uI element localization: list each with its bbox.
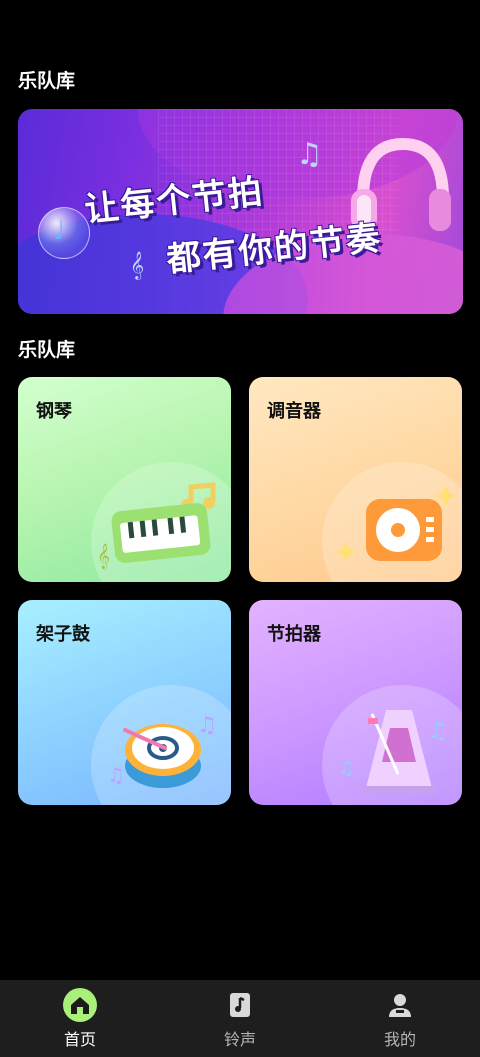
music-note-icon <box>223 988 257 1022</box>
tab-profile-label: 我的 <box>383 1030 416 1049</box>
bottom-tab-bar: 首页 铃声 我的 <box>0 980 480 1057</box>
card-label: 调音器 <box>267 401 321 422</box>
treble-clef-icon: 𝄞 <box>130 251 145 279</box>
svg-text:♫: ♫ <box>338 758 354 779</box>
music-note-icon: ♫ <box>296 137 323 172</box>
card-label: 架子鼓 <box>36 624 90 645</box>
instrument-card-piano[interactable]: 钢琴 𝄞 <box>18 377 231 582</box>
drum-icon: ♫ ♫ <box>107 713 217 788</box>
metronome-icon: ♫ ♫ <box>338 710 448 794</box>
turntable-icon <box>336 485 456 563</box>
section-title-top: 乐队库 <box>18 70 76 92</box>
svg-text:♫: ♫ <box>428 719 448 744</box>
card-label: 节拍器 <box>267 624 321 645</box>
instrument-card-drum[interactable]: 架子鼓 ♫ ♫ <box>18 600 231 805</box>
music-bubble-icon: ♩ <box>38 207 90 259</box>
instrument-card-metronome[interactable]: 节拍器 ♫ ♫ <box>249 600 462 805</box>
svg-text:♫: ♫ <box>197 713 217 738</box>
tab-home[interactable]: 首页 <box>0 980 160 1057</box>
tab-profile[interactable]: 我的 <box>320 980 480 1057</box>
user-icon <box>383 988 417 1022</box>
svg-text:♫: ♫ <box>107 763 125 787</box>
tab-home-label: 首页 <box>63 1030 96 1049</box>
instrument-card-tuner[interactable]: 调音器 <box>249 377 462 582</box>
svg-text:𝄞: 𝄞 <box>97 543 110 569</box>
card-label: 钢琴 <box>36 401 72 422</box>
section-title-instruments: 乐队库 <box>18 339 76 361</box>
tab-ringtone-label: 铃声 <box>223 1030 256 1049</box>
piano-icon: 𝄞 <box>97 482 216 569</box>
home-icon <box>63 988 97 1022</box>
tab-ringtone[interactable]: 铃声 <box>160 980 320 1057</box>
promo-banner[interactable]: ♩ ♫ 𝄞 让每个节拍 都有你的节奏 <box>18 109 463 314</box>
